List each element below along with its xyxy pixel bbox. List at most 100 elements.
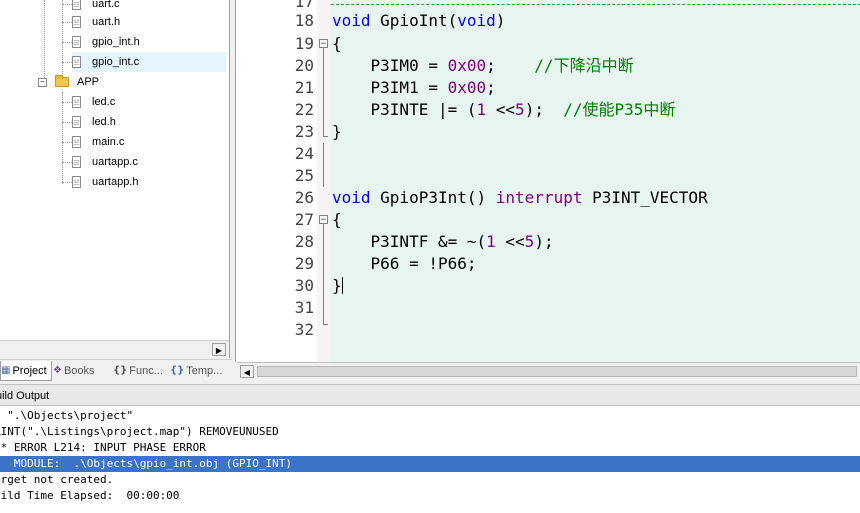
h-file-icon xyxy=(72,116,81,128)
line-number: 30 xyxy=(294,276,314,295)
tab-templates[interactable]: {} Temp... xyxy=(170,361,230,380)
output-line[interactable]: arget not created. xyxy=(0,472,860,488)
code-lhs: P3INTE |= ( xyxy=(332,100,477,119)
tree-guide-line xyxy=(62,92,63,184)
paren: ) xyxy=(495,11,506,30)
code-line-28: P3INTF &= ~(1 <<5); xyxy=(332,231,554,253)
number-literal: 5 xyxy=(524,232,535,251)
tree-file-label: led.h xyxy=(92,116,116,128)
output-line[interactable]: ** ERROR L214: INPUT PHASE ERROR xyxy=(0,440,860,456)
code-line-19: { xyxy=(332,34,342,53)
tree-file-uart-h[interactable]: uart.h xyxy=(72,12,123,32)
tab-project[interactable]: ▦ Project xyxy=(0,361,52,381)
fold-range-line xyxy=(323,224,324,324)
line-number: 27 xyxy=(294,210,314,229)
output-line[interactable]: O ".\Objects\project" xyxy=(0,408,860,424)
tree-file-label: main.c xyxy=(92,136,125,148)
tab-books[interactable]: ❖ Books xyxy=(53,361,108,380)
line-number-gutter: 17 18 19 20 21 22 23 24 25 26 27 28 29 3… xyxy=(236,0,316,362)
tree-guide-line xyxy=(62,4,72,5)
tree-file-led-h[interactable]: led.h xyxy=(72,112,119,132)
code-line-21: P3IM1 = 0x00; xyxy=(332,77,496,99)
h-file-icon xyxy=(72,36,81,48)
code-editor[interactable]: 17 18 19 20 21 22 23 24 25 26 27 28 29 3… xyxy=(235,0,860,362)
tree-file-label: led.c xyxy=(92,96,116,108)
c-file-icon xyxy=(72,0,81,10)
tree-guide-line xyxy=(62,102,72,103)
code-line-29: P66 = !P66; xyxy=(332,254,477,273)
text-caret xyxy=(342,277,343,294)
tab-label: Func... xyxy=(129,364,163,377)
keyword-interrupt: interrupt xyxy=(495,188,583,207)
line-number: 23 xyxy=(294,122,314,141)
c-file-icon xyxy=(72,96,81,108)
c-file-icon xyxy=(72,156,81,168)
tree-file-gpio-int-c[interactable]: gpio_int.c xyxy=(72,52,226,72)
line-number: 24 xyxy=(294,144,314,163)
line-number: 26 xyxy=(294,188,314,207)
build-output-panel[interactable]: O ".\Objects\project" RINT(".\Listings\p… xyxy=(0,406,860,513)
line-number: 20 xyxy=(294,56,314,75)
tree-guide-line xyxy=(62,22,72,23)
tree-file-label: uart.h xyxy=(92,16,121,28)
editor-horizontal-scrollbar[interactable]: ◀ xyxy=(237,362,860,380)
functions-icon: {} xyxy=(113,365,128,376)
fold-collapse-icon[interactable]: − xyxy=(319,39,328,49)
output-line[interactable]: RINT(".\Listings\project.map") REMOVEUNU… xyxy=(0,424,860,440)
line-number: 29 xyxy=(294,254,314,273)
tree-folder-label: APP xyxy=(77,76,100,88)
interrupt-vector: P3INT_VECTOR xyxy=(582,188,708,207)
build-output-header: uild Output xyxy=(0,384,860,406)
number-literal: 1 xyxy=(476,100,487,119)
tree-guide-line xyxy=(62,142,72,143)
shift-operator: << xyxy=(486,100,516,119)
code-line-22: P3INTE |= (1 <<5); //使能P35中断 xyxy=(332,99,676,121)
fold-range-end xyxy=(323,136,328,137)
paren-semicolon: ); xyxy=(524,100,544,119)
collapse-toggle-icon[interactable]: − xyxy=(38,77,47,87)
fold-range-line xyxy=(323,48,324,136)
output-line[interactable]: uild Time Elapsed: 00:00:00 xyxy=(0,488,860,504)
fold-collapse-icon[interactable]: − xyxy=(319,215,328,225)
project-tree-pane: uart.c uart.h gpio_int.h gpio_int.c − AP… xyxy=(0,0,230,358)
build-output-title: uild Output xyxy=(0,390,50,402)
tab-functions[interactable]: {} Func... xyxy=(113,361,168,380)
tree-file-label: uartapp.c xyxy=(92,156,138,168)
tree-file-gpio-int-h[interactable]: gpio_int.h xyxy=(72,32,143,52)
c-file-icon xyxy=(72,136,81,148)
tree-guide-line xyxy=(62,162,72,163)
function-separator-line xyxy=(331,4,860,5)
tree-file-label: uart.c xyxy=(92,0,120,10)
tab-label: Project xyxy=(12,364,47,377)
tree-file-uartapp-h[interactable]: uartapp.h xyxy=(72,172,141,192)
code-line-27: { xyxy=(332,210,342,229)
function-name: GpioP3Int() xyxy=(370,188,496,207)
scrollbar-thumb[interactable] xyxy=(257,366,857,377)
code-line-23: } xyxy=(332,122,342,141)
project-icon: ▦ xyxy=(1,365,11,376)
tree-file-main-c[interactable]: main.c xyxy=(72,132,127,152)
tab-label: Books xyxy=(63,364,95,377)
tree-file-uartapp-c[interactable]: uartapp.c xyxy=(72,152,141,172)
tree-folder-app[interactable]: − APP xyxy=(38,72,102,92)
tree-guide-line xyxy=(62,122,72,123)
fold-range-end xyxy=(323,324,328,325)
tree-horizontal-scrollbar[interactable]: ▶ xyxy=(0,340,229,358)
scroll-right-arrow-icon[interactable]: ▶ xyxy=(212,343,226,356)
line-number: 31 xyxy=(294,298,314,317)
tree-guide-line xyxy=(62,42,72,43)
tree-file-led-c[interactable]: led.c xyxy=(72,92,118,112)
tree-guide-line xyxy=(62,182,72,183)
keyword-void: void xyxy=(332,188,371,207)
tree-file-label: uartapp.h xyxy=(92,176,139,188)
scroll-left-arrow-icon[interactable]: ◀ xyxy=(240,365,254,378)
c-file-icon xyxy=(72,56,81,68)
function-name: GpioInt( xyxy=(370,11,458,30)
number-literal: 1 xyxy=(486,232,496,251)
code-comment: //使能P35中断 xyxy=(563,100,676,119)
fold-range-line xyxy=(323,143,324,187)
code-lhs: P3IM0 = xyxy=(332,56,448,75)
number-literal: 0x00 xyxy=(447,56,487,75)
code-comment: //下降沿中断 xyxy=(534,56,634,75)
output-line-selected[interactable]: MODULE: .\Objects\gpio_int.obj (GPIO_INT… xyxy=(0,456,860,472)
